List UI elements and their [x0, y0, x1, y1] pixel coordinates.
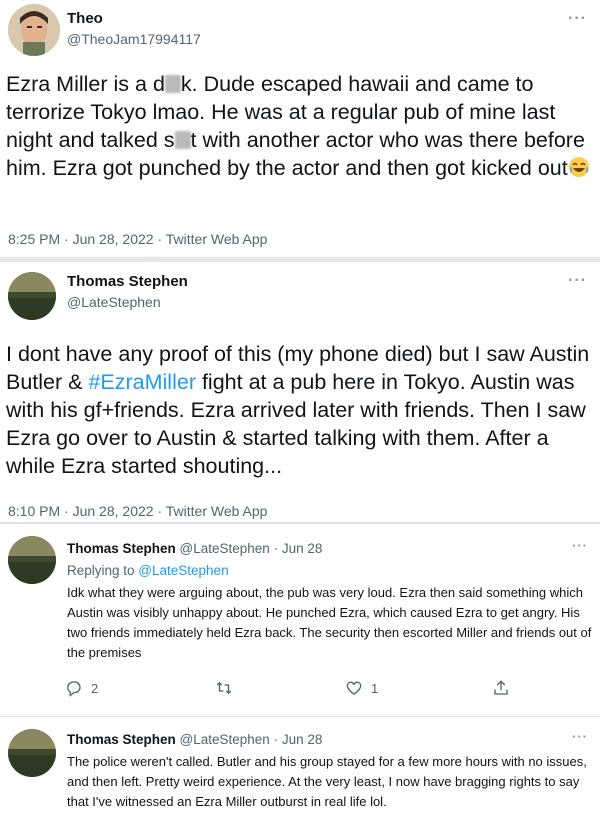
more-options-icon[interactable]: ···: [568, 10, 587, 28]
author-name[interactable]: Thomas Stephen: [67, 732, 176, 747]
separator-dot: ·: [64, 503, 69, 519]
tweet-source[interactable]: Twitter Web App: [166, 231, 268, 247]
retweet-icon: [216, 681, 232, 695]
author-name[interactable]: Thomas Stephen: [67, 273, 188, 290]
separator-dot: ·: [273, 541, 279, 556]
hashtag-link[interactable]: #EzraMiller: [88, 370, 196, 394]
author-handle[interactable]: @LateStephen: [180, 732, 270, 747]
tweet-date[interactable]: Jun 28, 2022: [73, 503, 154, 519]
censored-blur: [164, 75, 181, 93]
replying-to: Replying to @LateStephen: [67, 563, 229, 578]
tweet-meta: 8:25 PM · Jun 28, 2022 · Twitter Web App: [8, 231, 267, 247]
separator-dot: ·: [157, 231, 163, 247]
author-name[interactable]: Theo: [67, 10, 103, 27]
reply-text: The police weren't called. Butler and hi…: [67, 754, 587, 809]
like-count: 1: [371, 680, 379, 696]
censored-blur: [174, 131, 191, 149]
more-options-icon[interactable]: ···: [568, 272, 587, 290]
more-options-icon[interactable]: ···: [572, 538, 588, 553]
avatar-theo[interactable]: [8, 4, 60, 56]
reply-tweet: Thomas Stephen @LateStephen · Jun 28 ···…: [0, 717, 600, 836]
avatar-thomas-stephen[interactable]: [8, 729, 56, 777]
heart-icon: [346, 681, 362, 695]
tweet-text-part: Ezra Miller is a d: [6, 72, 165, 96]
separator-dot: ·: [157, 503, 163, 519]
tweet-text: I dont have any proof of this (my phone …: [6, 340, 594, 480]
tweet-meta: 8:10 PM · Jun 28, 2022 · Twitter Web App: [8, 503, 267, 519]
tweet-source[interactable]: Twitter Web App: [166, 503, 268, 519]
author-handle[interactable]: @TheoJam17994117: [67, 31, 201, 47]
replying-to-link[interactable]: @LateStephen: [138, 563, 228, 578]
tweet-time[interactable]: 8:25 PM: [8, 231, 60, 247]
more-options-icon[interactable]: ···: [572, 729, 588, 744]
reply-count: 2: [91, 680, 99, 696]
share-icon: [494, 680, 508, 695]
avatar-thomas-stephen[interactable]: [8, 536, 56, 584]
tweet-thomas-stephen: Thomas Stephen @LateStephen ··· I dont h…: [0, 262, 600, 522]
reply-header: Thomas Stephen @LateStephen · Jun 28: [67, 541, 322, 556]
tweet-time[interactable]: 8:10 PM: [8, 503, 60, 519]
reply-icon: [67, 681, 81, 697]
separator-dot: ·: [64, 231, 69, 247]
reply-date[interactable]: Jun 28: [282, 541, 323, 556]
tweet-date[interactable]: Jun 28, 2022: [73, 231, 154, 247]
share-action[interactable]: [492, 679, 510, 697]
reply-text: Idk what they were arguing about, the pu…: [67, 585, 592, 660]
author-handle[interactable]: @LateStephen: [180, 541, 270, 556]
face-with-tears-of-joy-icon: [568, 156, 592, 178]
tweet-text: Ezra Miller is a d k. Dude escaped hawaii…: [6, 70, 594, 182]
tweet-actions: 2 1: [60, 679, 530, 703]
reply-tweet: Thomas Stephen @LateStephen · Jun 28 ···…: [0, 524, 600, 716]
replying-to-label: Replying to: [67, 563, 139, 578]
reply-action[interactable]: 2: [65, 679, 98, 697]
separator-dot: ·: [273, 732, 279, 747]
retweet-action[interactable]: [215, 679, 241, 697]
avatar-thomas-stephen[interactable]: [8, 272, 56, 320]
tweet-theo: Theo @TheoJam17994117 ··· Ezra Miller is…: [0, 0, 600, 257]
reply-date[interactable]: Jun 28: [282, 732, 323, 747]
like-action[interactable]: 1: [345, 679, 378, 697]
author-handle[interactable]: @LateStephen: [67, 294, 161, 310]
reply-header: Thomas Stephen @LateStephen · Jun 28: [67, 732, 322, 747]
author-name[interactable]: Thomas Stephen: [67, 541, 176, 556]
